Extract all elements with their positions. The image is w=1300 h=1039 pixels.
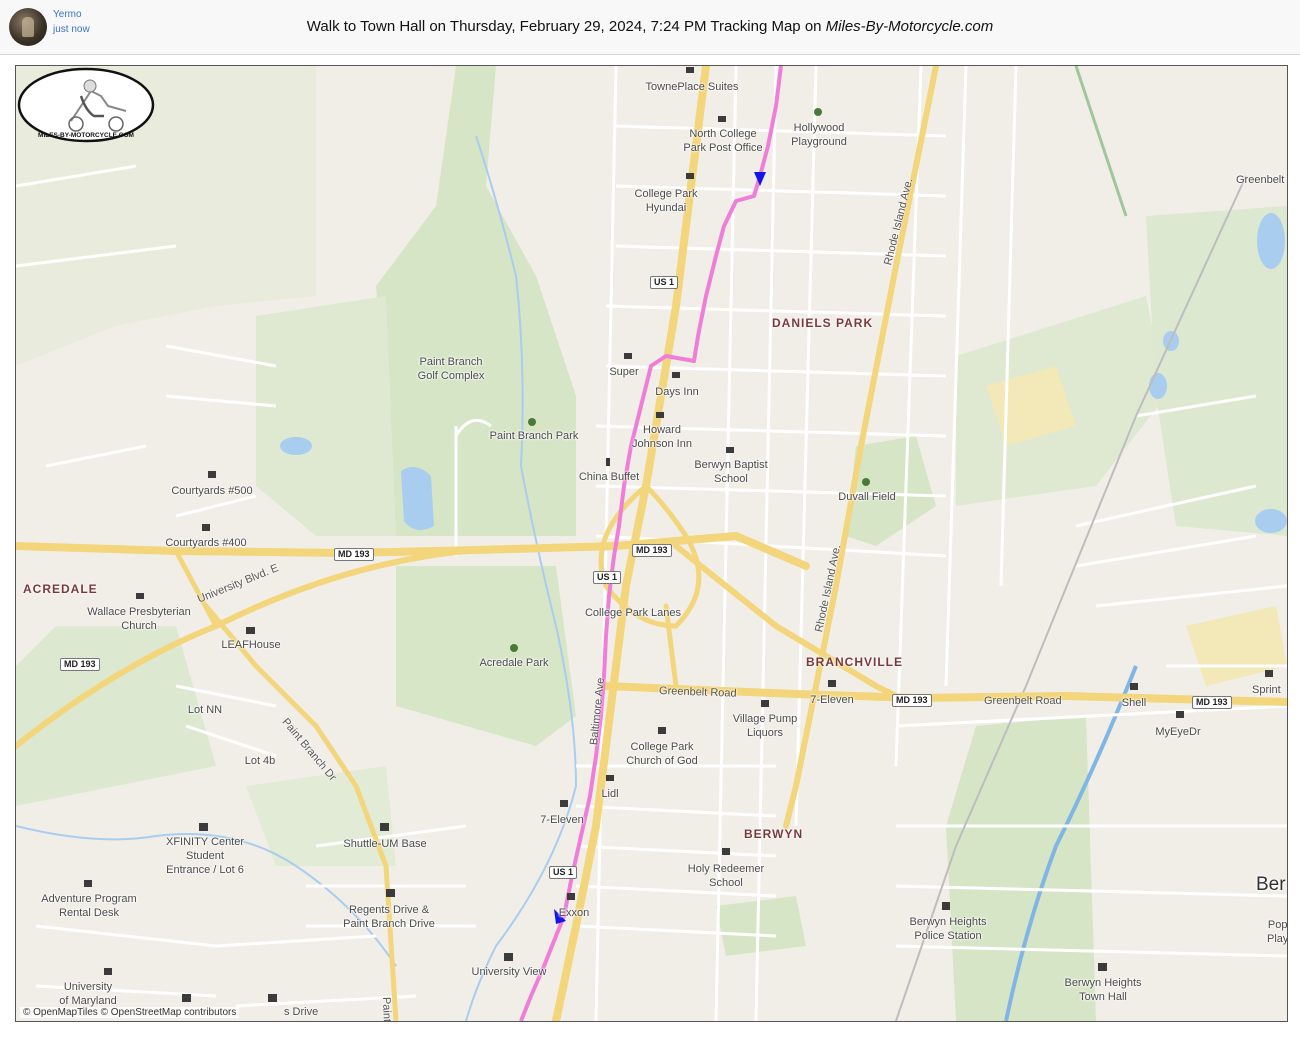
- label-lot-4b: Lot 4b: [244, 755, 276, 767]
- route-shield-us1: US 1: [549, 866, 578, 879]
- label-howard-johnson: Howard Johnson Inn: [632, 424, 692, 450]
- label-sprint: Sprint: [1252, 684, 1281, 696]
- label-holy-redeemer: Holy Redeemer School: [687, 863, 765, 889]
- label-golf-complex: Paint Branch Golf Complex: [417, 356, 485, 382]
- label-college-park-church: College Park Church of God: [626, 741, 698, 767]
- label-shuttle-um: Shuttle-UM Base: [343, 838, 427, 850]
- pond-2: [280, 437, 312, 455]
- route-shield-md193: MD 193: [60, 658, 100, 671]
- pond-4: [1149, 373, 1167, 399]
- label-wallace-church: Wallace Presbyterian Church: [87, 606, 191, 632]
- area-berwyn: BERWYN: [744, 827, 804, 841]
- tracking-map[interactable]: DANIELS PARK ACREDALE BRANCHVILLE BERWYN…: [15, 65, 1288, 1022]
- route-shield-md193: MD 193: [334, 548, 374, 561]
- map-attribution[interactable]: © OpenMapTiles © OpenStreetMap contribut…: [20, 1007, 240, 1018]
- park-area-sw: [16, 626, 216, 806]
- label-super: Super: [609, 366, 639, 378]
- label-7eleven: 7-Eleven: [540, 814, 584, 826]
- route-shield-md193: MD 193: [632, 544, 672, 557]
- label-berwyn-heights-town-hall: Berwyn Heights Town Hall: [1064, 977, 1142, 1003]
- label-leafhouse: LEAFHouse: [221, 639, 281, 651]
- label-hyundai: College Park Hyundai: [634, 188, 698, 214]
- pond-3: [1257, 213, 1285, 269]
- pond-1: [401, 467, 434, 530]
- label-towneplace-suites: TownePlace Suites: [645, 81, 739, 93]
- page-title: Walk to Town Hall on Thursday, February …: [0, 18, 1300, 35]
- label-days-inn: Days Inn: [655, 386, 699, 398]
- label-myeyedr: MyEyeDr: [1155, 726, 1201, 738]
- park-area-school: [716, 896, 806, 956]
- label-courtyards-500: Courtyards #500: [171, 485, 253, 497]
- label-berwyn-police: Berwyn Heights Police Station: [909, 916, 987, 942]
- label-exxon: Exxon: [558, 907, 590, 919]
- label-university-view: University View: [471, 966, 547, 978]
- interchange-2: [673, 543, 899, 699]
- park-area-w: [256, 296, 396, 536]
- railway-east: [1074, 66, 1128, 217]
- label-china-buffet: China Buffet: [578, 471, 640, 483]
- label-lot-nn: Lot NN: [187, 704, 223, 716]
- label-adventure-program: Adventure Program Rental Desk: [41, 893, 137, 919]
- route-shield-us1: US 1: [650, 276, 679, 289]
- route-shield-us1: US 1: [593, 571, 622, 584]
- label-duvall-field: Duvall Field: [838, 491, 896, 503]
- label-ber: Ber: [1256, 874, 1286, 895]
- label-village-pump: Village Pump Liquors: [732, 713, 798, 739]
- label-baptist-school: Berwyn Baptist School: [694, 459, 768, 485]
- route-shield-md193: MD 193: [1192, 696, 1232, 709]
- label-lidl: Lidl: [601, 788, 619, 800]
- road-label-paint-b: Paint B: [380, 996, 394, 1022]
- site-logo[interactable]: MILES-BY-MOTORCYCLE.COM: [16, 66, 156, 144]
- label-xfinity-center: XFINITY Center Student Entrance / Lot 6: [165, 836, 245, 876]
- label-shell: Shell: [1121, 697, 1147, 709]
- label-drive: s Drive: [284, 1006, 319, 1018]
- pond-5: [1255, 509, 1287, 533]
- label-hollywood-playground: Hollywood Playground: [791, 122, 847, 148]
- label-acredale-park: Acredale Park: [479, 657, 549, 669]
- label-post-office: North College Park Post Office: [683, 128, 763, 154]
- page-header: Yermo just now Walk to Town Hall on Thur…: [0, 0, 1300, 55]
- road-label-greenbelt-road: Greenbelt Road: [984, 695, 1062, 707]
- area-branchville: BRANCHVILLE: [806, 655, 903, 669]
- label-greenbelt-station: Greenbelt station: [1236, 174, 1287, 186]
- label-pop-play: Pop Play: [1267, 919, 1288, 945]
- site-name[interactable]: Miles-By-Motorcycle.com: [826, 18, 994, 35]
- label-courtyards-400: Courtyards #400: [165, 537, 247, 549]
- logo-text: MILES-BY-MOTORCYCLE.COM: [38, 132, 134, 139]
- area-daniels-park: DANIELS PARK: [772, 316, 874, 330]
- label-7eleven: 7-Eleven: [810, 694, 854, 706]
- label-paint-branch-park: Paint Branch Park: [489, 430, 579, 442]
- label-university-of-maryland: University of Maryland: [59, 981, 117, 1007]
- route-shield-md193: MD 193: [892, 694, 932, 707]
- area-acredale: ACREDALE: [23, 582, 98, 596]
- title-main: Walk to Town Hall on Thursday, February …: [306, 18, 826, 35]
- label-regents-drive: Regents Drive & Paint Branch Drive: [343, 904, 435, 930]
- label-college-park-lanes: College Park Lanes: [584, 607, 682, 619]
